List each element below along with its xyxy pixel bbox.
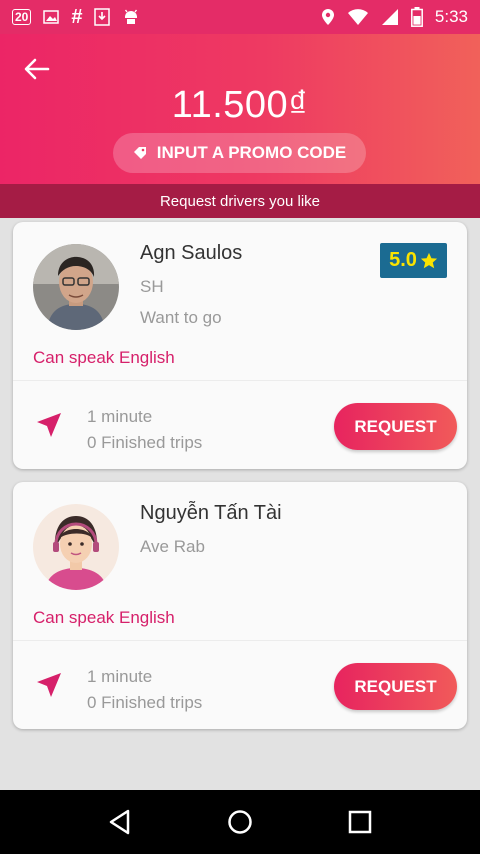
battery-icon <box>410 7 423 27</box>
nav-recents-icon[interactable] <box>346 808 374 836</box>
tag-icon <box>133 147 146 159</box>
trips-text: 0 Finished trips <box>87 693 203 712</box>
trips-text: 0 Finished trips <box>87 433 203 452</box>
driver-vehicle: SH <box>140 277 164 296</box>
fare-amount: 11.500₫ <box>171 84 309 126</box>
navigation-icon <box>37 413 61 437</box>
driver-name: Nguyễn Tấn Tài <box>140 502 282 524</box>
promo-code-label: INPUT A PROMO CODE <box>156 143 347 162</box>
signal-icon <box>381 9 398 25</box>
driver-avatar <box>33 244 119 330</box>
back-arrow-icon[interactable] <box>22 54 52 84</box>
android-icon <box>125 9 138 24</box>
download-icon <box>94 8 111 26</box>
notification-icons: 20 # <box>12 6 140 29</box>
status-bar: 20 # 5:33 <box>0 0 480 34</box>
language-label: Can speak English <box>33 608 175 627</box>
header: 11.500₫ INPUT A PROMO CODE <box>0 34 480 184</box>
request-button[interactable]: REQUEST <box>334 663 457 710</box>
hash-icon: # <box>71 5 83 28</box>
driver-avatar <box>33 504 119 590</box>
driver-note: Want to go <box>140 308 222 327</box>
nav-home-icon[interactable] <box>226 808 254 836</box>
wifi-icon <box>347 9 368 25</box>
rating-value: 5.0 <box>389 249 417 271</box>
location-icon <box>321 9 334 25</box>
driver-vehicle: Ave Rab <box>140 537 205 556</box>
navigation-icon <box>37 673 61 697</box>
driver-card: Nguyễn Tấn Tài Ave Rab Can speak English… <box>13 482 467 729</box>
eta-text: 1 minute <box>87 407 153 426</box>
rating-badge: 5.0 <box>380 243 447 278</box>
image-icon <box>43 10 60 24</box>
nav-back-icon[interactable] <box>106 808 134 836</box>
star-icon <box>420 252 438 268</box>
driver-name: Agn Saulos <box>140 242 243 264</box>
calendar-icon: 20 <box>12 9 32 25</box>
eta-text: 1 minute <box>87 667 153 686</box>
promo-code-button[interactable]: INPUT A PROMO CODE <box>113 133 366 173</box>
drivers-banner: Request drivers you like <box>0 184 480 218</box>
clock: 5:33 <box>434 7 468 26</box>
system-icons: 5:33 <box>321 7 468 27</box>
language-label: Can speak English <box>33 348 175 367</box>
system-nav-bar <box>0 790 480 854</box>
request-button[interactable]: REQUEST <box>334 403 457 450</box>
driver-card: Agn Saulos SH Want to go 5.0 Can speak E… <box>13 222 467 469</box>
